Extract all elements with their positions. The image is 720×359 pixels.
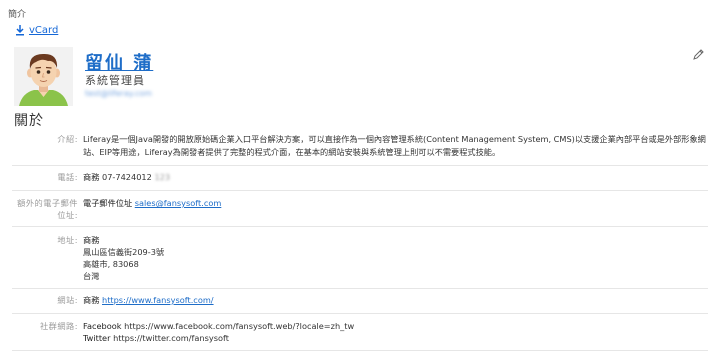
address-line: 鳳山區信義街209-3號 [83,247,165,257]
download-icon [16,25,24,36]
vcard-download-link[interactable]: vCard [15,25,58,36]
row-divider [12,313,708,314]
extra-email-type: 電子郵件位址 [83,198,133,208]
phone-value: 商務 07-7424012 123 [83,171,708,183]
portlet-title: 簡介 [8,10,27,20]
facebook-url[interactable]: https://www.facebook.com/fansysoft.web/?… [124,321,354,331]
twitter-label: Twitter [83,333,111,343]
row-divider [12,350,708,351]
twitter-url[interactable]: https://twitter.com/fansysoft [113,333,229,343]
row-divider [12,165,708,166]
address-type: 商務 [83,235,100,245]
extra-email-label: 額外的電子郵件位址: [17,198,78,220]
address-label: 地址: [57,235,78,245]
twitter-entry: Twitter https://twitter.com/fansysoft [83,332,708,344]
facebook-label: Facebook [83,321,122,331]
pencil-icon[interactable] [693,49,704,60]
extra-email-link[interactable]: sales@fansysoft.com [135,198,222,208]
social-label: 社群網路: [39,321,78,331]
address-line: 台灣 [83,271,100,281]
website-link[interactable]: https://www.fansysoft.com/ [102,295,214,305]
phone-type: 商務 [83,172,100,182]
extra-email-value: 電子郵件位址 sales@fansysoft.com [83,197,708,209]
user-job-title: 系統管理員 [85,74,145,87]
website-label: 網站: [57,295,78,305]
address-value: 商務 鳳山區信義街209-3號 高雄市, 83068 台灣 [83,234,708,282]
website-value: 商務 https://www.fansysoft.com/ [83,294,708,306]
phone-label: 電話: [57,172,78,182]
avatar-icon [14,47,73,106]
row-divider [12,288,708,289]
website-type: 商務 [83,295,100,305]
social-value: Facebook https://www.facebook.com/fansys… [83,320,708,344]
intro-text: Liferay是一個Java開發的開放原始碼企業入口平台解決方案，可以直接作為一… [83,134,706,157]
row-divider [12,190,708,191]
about-section-title: 關於 [14,113,44,129]
facebook-entry: Facebook https://www.facebook.com/fansys… [83,320,708,332]
phone-extension: 123 [154,172,171,182]
intro-label: 介紹: [57,134,78,144]
user-email-address[interactable]: test@liferay.com [85,89,152,98]
row-divider [12,226,708,227]
address-line: 高雄市, 83068 [83,259,139,269]
vcard-label[interactable]: vCard [29,25,58,36]
phone-number: 07-7424012 [102,172,152,182]
